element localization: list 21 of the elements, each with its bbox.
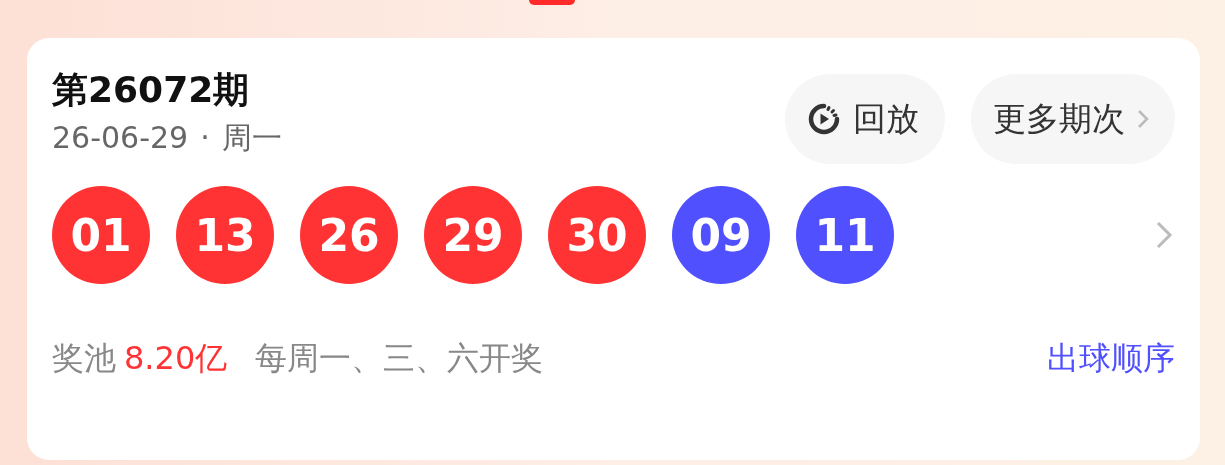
draw-order-link[interactable]: 出球顺序 (1047, 336, 1175, 380)
chevron-icon (1137, 109, 1149, 129)
replay-button[interactable]: 回放 (785, 74, 945, 164)
number-ball: 26 (300, 186, 398, 284)
number-ball: 13 (176, 186, 274, 284)
number-ball: 30 (548, 186, 646, 284)
number-ball: 29 (424, 186, 522, 284)
pool-label: 奖池 (52, 338, 116, 379)
draw-schedule: 每周一、三、六开奖 (255, 338, 544, 379)
more-draws-button[interactable]: 更多期次 (971, 74, 1175, 164)
weekday: 周一 (221, 119, 282, 157)
tab-indicator (529, 0, 575, 5)
replay-icon (807, 102, 841, 136)
number-ball: 11 (796, 186, 894, 284)
draw-date: 26-06-29 (52, 119, 189, 157)
pool-amount: 8.20亿 (124, 338, 228, 379)
separator-dot: · (200, 119, 210, 157)
number-ball: 09 (672, 186, 770, 284)
chevron-icon[interactable] (1155, 220, 1173, 250)
number-ball: 01 (52, 186, 150, 284)
draw-title: 第26072期 (52, 68, 251, 112)
